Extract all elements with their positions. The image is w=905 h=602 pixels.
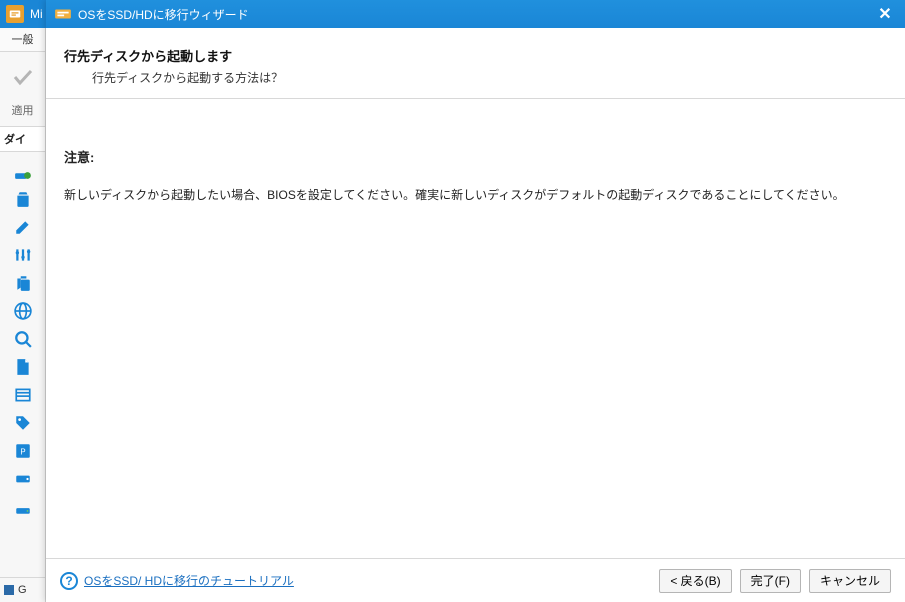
migrate-os-wizard-dialog: OSをSSD/HDに移行ウィザード ✕ 行先ディスクから起動します 行先ディスク… xyxy=(46,0,905,602)
tutorial-link[interactable]: OSをSSD/ HDに移行のチュートリアル xyxy=(84,572,294,589)
adjust-icon[interactable] xyxy=(14,246,32,264)
wizard-body: 注意: 新しいディスクから起動したい場合、BIOSを設定してください。確実に新し… xyxy=(46,99,905,558)
legend-label: G xyxy=(18,584,27,596)
wizard-header: 行先ディスクから起動します 行先ディスクから起動する方法は？ xyxy=(46,28,905,99)
edit-icon[interactable] xyxy=(14,218,32,236)
sidebar-toolbar: P xyxy=(0,152,45,577)
sidebar: 一般 適用 ダイ P G xyxy=(0,28,46,602)
back-button[interactable]: < 戻る(B) xyxy=(659,569,731,593)
list-icon[interactable] xyxy=(14,386,32,404)
note-heading: 注意: xyxy=(64,147,887,166)
svg-text:P: P xyxy=(20,447,25,456)
note-body: 新しいディスクから起動したい場合、BIOSを設定してください。確実に新しいディス… xyxy=(64,186,887,205)
wizard-icon xyxy=(54,5,72,23)
wizard-titlebar: OSをSSD/HDに移行ウィザード ✕ xyxy=(46,0,905,28)
drive-icon[interactable] xyxy=(14,470,32,488)
partition-create-icon[interactable] xyxy=(14,162,32,180)
wizard-step-title: 行先ディスクから起動します xyxy=(64,46,887,65)
finish-button[interactable]: 完了(F) xyxy=(740,569,801,593)
sidebar-section-label: ダイ xyxy=(0,126,45,152)
sidebar-tab-general[interactable]: 一般 xyxy=(0,28,45,52)
legend-swatch xyxy=(4,585,14,595)
search-icon[interactable] xyxy=(14,330,32,348)
program-icon[interactable]: P xyxy=(14,442,32,460)
tutorial-help: ? OSをSSD/ HDに移行のチュートリアル xyxy=(60,572,294,590)
cancel-button[interactable]: キャンセル xyxy=(809,569,891,593)
wizard-step-subtitle: 行先ディスクから起動する方法は？ xyxy=(64,69,887,86)
sidebar-bottom-legend: G xyxy=(0,577,45,602)
globe-icon[interactable] xyxy=(14,302,32,320)
wizard-footer: ? OSをSSD/ HDに移行のチュートリアル < 戻る(B) 完了(F) キャ… xyxy=(46,558,905,602)
disk-icon[interactable] xyxy=(14,498,32,516)
main-app-title: Mi xyxy=(30,7,43,21)
delete-icon[interactable] xyxy=(14,190,32,208)
close-button[interactable]: ✕ xyxy=(873,2,897,26)
apply-label: 適用 xyxy=(0,102,45,118)
app-icon xyxy=(6,5,24,23)
wizard-title: OSをSSD/HDに移行ウィザード xyxy=(78,6,249,23)
copy-icon[interactable] xyxy=(14,274,32,292)
help-icon[interactable]: ? xyxy=(60,572,78,590)
apply-check-icon[interactable] xyxy=(0,52,45,102)
tag-icon[interactable] xyxy=(14,414,32,432)
page-icon[interactable] xyxy=(14,358,32,376)
